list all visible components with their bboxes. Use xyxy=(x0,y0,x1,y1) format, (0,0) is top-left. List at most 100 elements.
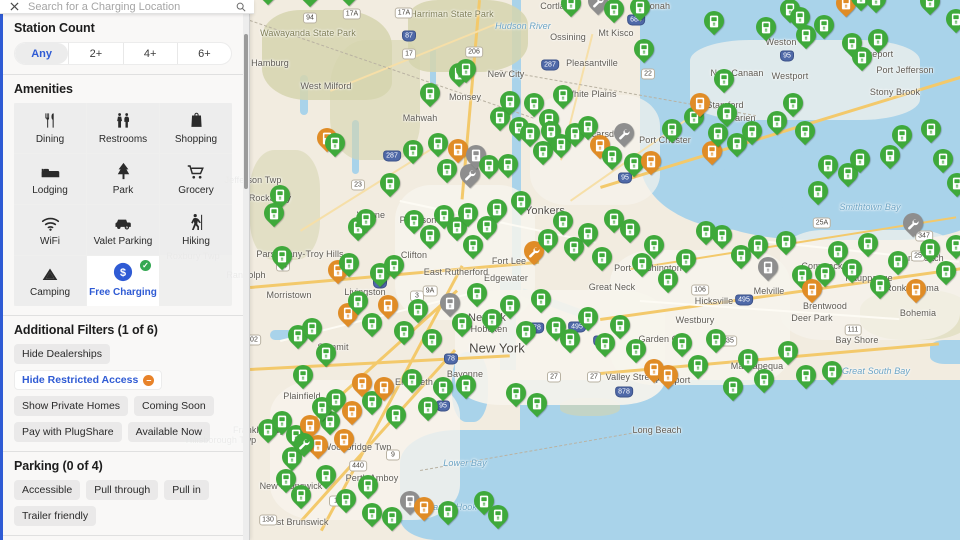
map-pin-charger[interactable] xyxy=(853,228,883,260)
map-pin-charger[interactable] xyxy=(295,0,325,10)
map-pin-charger[interactable] xyxy=(311,460,341,492)
map-pin-charger[interactable] xyxy=(599,0,629,26)
map-pin-charger[interactable] xyxy=(587,242,617,274)
amenity-hiking[interactable]: Hiking xyxy=(160,205,232,255)
map-pin-charger[interactable] xyxy=(548,206,578,238)
map-pin-charger[interactable] xyxy=(409,492,439,524)
amenity-park[interactable]: Park xyxy=(87,154,159,204)
map-pin-charger[interactable] xyxy=(683,350,713,382)
amenity-dining[interactable]: Dining xyxy=(14,103,86,153)
map-pin-charger[interactable] xyxy=(375,168,405,200)
map-pin-charger[interactable] xyxy=(423,128,453,160)
map-pin-charger[interactable] xyxy=(286,480,316,512)
map-pin-charger[interactable] xyxy=(379,250,409,282)
map-pin-charger[interactable] xyxy=(511,316,541,348)
map-pin-charger[interactable] xyxy=(790,116,820,148)
amenity-grocery[interactable]: Grocery xyxy=(160,154,232,204)
map-pin-charger[interactable] xyxy=(636,146,666,178)
map-pin-charger[interactable] xyxy=(887,120,917,152)
filter-chip-show-private-homes[interactable]: Show Private Homes xyxy=(14,396,129,416)
map-pin-charger[interactable] xyxy=(837,254,867,286)
map-pin-charger[interactable] xyxy=(653,360,683,392)
map-pin-charger[interactable] xyxy=(311,338,341,370)
map-pin-charger[interactable] xyxy=(433,496,463,528)
map-pin-charger[interactable] xyxy=(915,0,945,18)
map-pin-charger[interactable] xyxy=(861,0,891,16)
map-pin-charger[interactable] xyxy=(657,114,687,146)
map-pin-charger[interactable] xyxy=(474,150,504,182)
map-pin-charger[interactable] xyxy=(403,294,433,326)
map-pin-service[interactable] xyxy=(898,208,928,240)
map-pin-charger[interactable] xyxy=(398,135,428,167)
map-pin-charger[interactable] xyxy=(865,270,895,302)
map-pin-charger[interactable] xyxy=(778,88,808,120)
map-pin-charger[interactable] xyxy=(417,324,447,356)
map-pin-charger[interactable] xyxy=(625,0,655,24)
map-pin-charger[interactable] xyxy=(415,78,445,110)
map-pin-charger[interactable] xyxy=(501,378,531,410)
map-pin-charger[interactable] xyxy=(556,0,586,20)
map-pin-charger[interactable] xyxy=(605,310,635,342)
map-pin-charger[interactable] xyxy=(451,370,481,402)
map-pin-charger[interactable] xyxy=(288,360,318,392)
map-pin-charger[interactable] xyxy=(941,230,960,262)
map-pin-charger[interactable] xyxy=(928,144,958,176)
map-pin-charger[interactable] xyxy=(495,290,525,322)
amenity-lodging[interactable]: Lodging xyxy=(14,154,86,204)
map-pin-charger[interactable] xyxy=(351,204,381,236)
map-pin-charger[interactable] xyxy=(883,246,913,278)
filter-chip-pull-in[interactable]: Pull in xyxy=(164,480,209,500)
map-pin-charger[interactable] xyxy=(597,141,627,173)
map-pin-charger[interactable] xyxy=(629,34,659,66)
map-pin-charger[interactable] xyxy=(931,256,960,288)
map-pin-charger[interactable] xyxy=(737,116,767,148)
amenity-free-charging[interactable]: ✓ $ Free Charging xyxy=(87,256,159,306)
close-icon[interactable] xyxy=(0,0,28,14)
station-count-option[interactable]: Any xyxy=(15,43,69,64)
map-pin-charger[interactable] xyxy=(753,252,783,284)
map-pin-charger[interactable] xyxy=(863,24,893,56)
map-pin-charger[interactable] xyxy=(373,290,403,322)
map-pin-charger[interactable] xyxy=(555,324,585,356)
map-pin-charger[interactable] xyxy=(267,241,297,273)
map-pin-charger[interactable] xyxy=(334,0,364,9)
map-pin-charger[interactable] xyxy=(493,149,523,181)
map-pin-charger[interactable] xyxy=(477,304,507,336)
map-pin-charger[interactable] xyxy=(751,12,781,44)
search-input[interactable] xyxy=(28,0,228,14)
map-pin-charger[interactable] xyxy=(817,356,847,388)
search-icon[interactable] xyxy=(228,2,254,12)
map-pin-charger[interactable] xyxy=(771,226,801,258)
map-pin-charger[interactable] xyxy=(506,186,536,218)
amenity-restrooms[interactable]: Restrooms xyxy=(87,103,159,153)
map-pin-charger[interactable] xyxy=(526,284,556,316)
map-pin-charger[interactable] xyxy=(615,214,645,246)
map-pin-charger[interactable] xyxy=(334,248,364,280)
map-pin-charger[interactable] xyxy=(320,128,350,160)
map-pin-charger[interactable] xyxy=(495,86,525,118)
map-pin-charger[interactable] xyxy=(357,498,387,530)
map-pin-charger[interactable] xyxy=(259,198,289,230)
map-pin-charger[interactable] xyxy=(573,302,603,334)
amenity-camping[interactable]: Camping xyxy=(14,256,86,306)
map-pin-charger[interactable] xyxy=(712,98,742,130)
map-pin-charger[interactable] xyxy=(701,324,731,356)
station-count-option[interactable]: 6+ xyxy=(176,43,231,64)
map-pin-charger[interactable] xyxy=(942,168,960,200)
map-pin-charger[interactable] xyxy=(639,230,669,262)
map-pin-charger[interactable] xyxy=(447,308,477,340)
map-pin-charger[interactable] xyxy=(707,220,737,252)
station-count-segmented[interactable]: Any 2+ 4+ 6+ xyxy=(14,42,232,65)
map-pin-charger[interactable] xyxy=(337,396,367,428)
map-pin-charger[interactable] xyxy=(331,484,361,516)
panel-scrollbar-thumb[interactable] xyxy=(244,34,248,189)
map-pin-charger[interactable] xyxy=(377,502,407,534)
station-count-option[interactable]: 4+ xyxy=(122,43,177,64)
map-pin-charger[interactable] xyxy=(428,372,458,404)
map-pin-charger[interactable] xyxy=(699,6,729,38)
amenity-valet-parking[interactable]: P Valet Parking xyxy=(87,205,159,255)
map-pin-charger[interactable] xyxy=(803,176,833,208)
map-pin-charger[interactable] xyxy=(548,80,578,112)
station-count-option[interactable]: 2+ xyxy=(68,43,122,64)
map-pin-charger[interactable] xyxy=(941,4,960,36)
